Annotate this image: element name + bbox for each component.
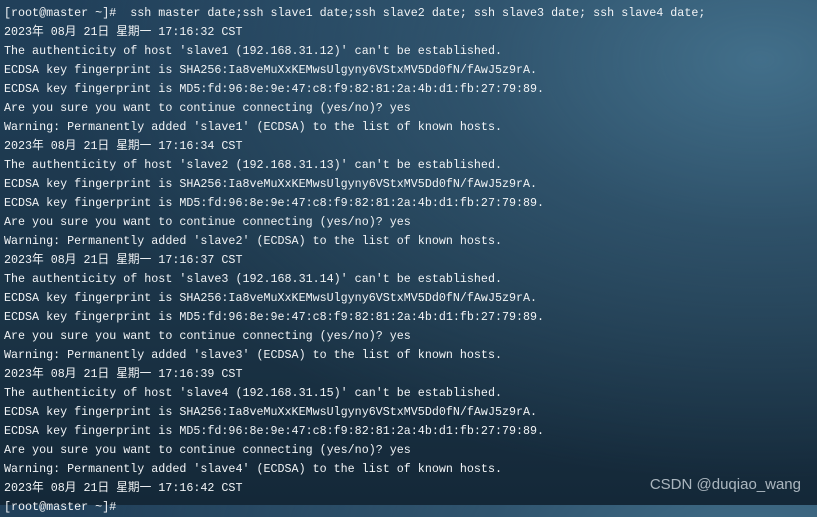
output-line: Warning: Permanently added 'slave1' (ECD… xyxy=(4,120,502,134)
output-line: ECDSA key fingerprint is MD5:fd:96:8e:9e… xyxy=(4,82,545,96)
command-line: [root@master ~]# xyxy=(4,500,117,514)
output-line: ECDSA key fingerprint is SHA256:Ia8veMuX… xyxy=(4,291,538,305)
output-line: Warning: Permanently added 'slave2' (ECD… xyxy=(4,234,502,248)
output-line: ECDSA key fingerprint is SHA256:Ia8veMuX… xyxy=(4,177,538,191)
output-line: The authenticity of host 'slave2 (192.16… xyxy=(4,158,502,172)
output-line: Are you sure you want to continue connec… xyxy=(4,443,411,457)
output-line: The authenticity of host 'slave4 (192.16… xyxy=(4,386,502,400)
output-line: Are you sure you want to continue connec… xyxy=(4,329,411,343)
output-line: ECDSA key fingerprint is SHA256:Ia8veMuX… xyxy=(4,405,538,419)
output-line: The authenticity of host 'slave1 (192.16… xyxy=(4,44,502,58)
output-line: ECDSA key fingerprint is SHA256:Ia8veMuX… xyxy=(4,63,538,77)
output-line: 2023年 08月 21日 星期一 17:16:37 CST xyxy=(4,253,243,267)
output-line: 2023年 08月 21日 星期一 17:16:34 CST xyxy=(4,139,243,153)
command-line: [root@master ~]# ssh master date;ssh sla… xyxy=(4,6,706,20)
output-line: 2023年 08月 21日 星期一 17:16:39 CST xyxy=(4,367,243,381)
output-line: 2023年 08月 21日 星期一 17:16:32 CST xyxy=(4,25,243,39)
terminal-output[interactable]: [root@master ~]# ssh master date;ssh sla… xyxy=(4,4,705,517)
output-line: Are you sure you want to continue connec… xyxy=(4,215,411,229)
output-line: 2023年 08月 21日 星期一 17:16:42 CST xyxy=(4,481,243,495)
output-line: Warning: Permanently added 'slave4' (ECD… xyxy=(4,462,502,476)
output-line: Are you sure you want to continue connec… xyxy=(4,101,411,115)
watermark: CSDN @duqiao_wang xyxy=(649,476,801,493)
output-line: The authenticity of host 'slave3 (192.16… xyxy=(4,272,502,286)
output-line: Warning: Permanently added 'slave3' (ECD… xyxy=(4,348,502,362)
output-line: ECDSA key fingerprint is MD5:fd:96:8e:9e… xyxy=(4,310,545,324)
output-line: ECDSA key fingerprint is MD5:fd:96:8e:9e… xyxy=(4,424,545,438)
output-line: ECDSA key fingerprint is MD5:fd:96:8e:9e… xyxy=(4,196,545,210)
